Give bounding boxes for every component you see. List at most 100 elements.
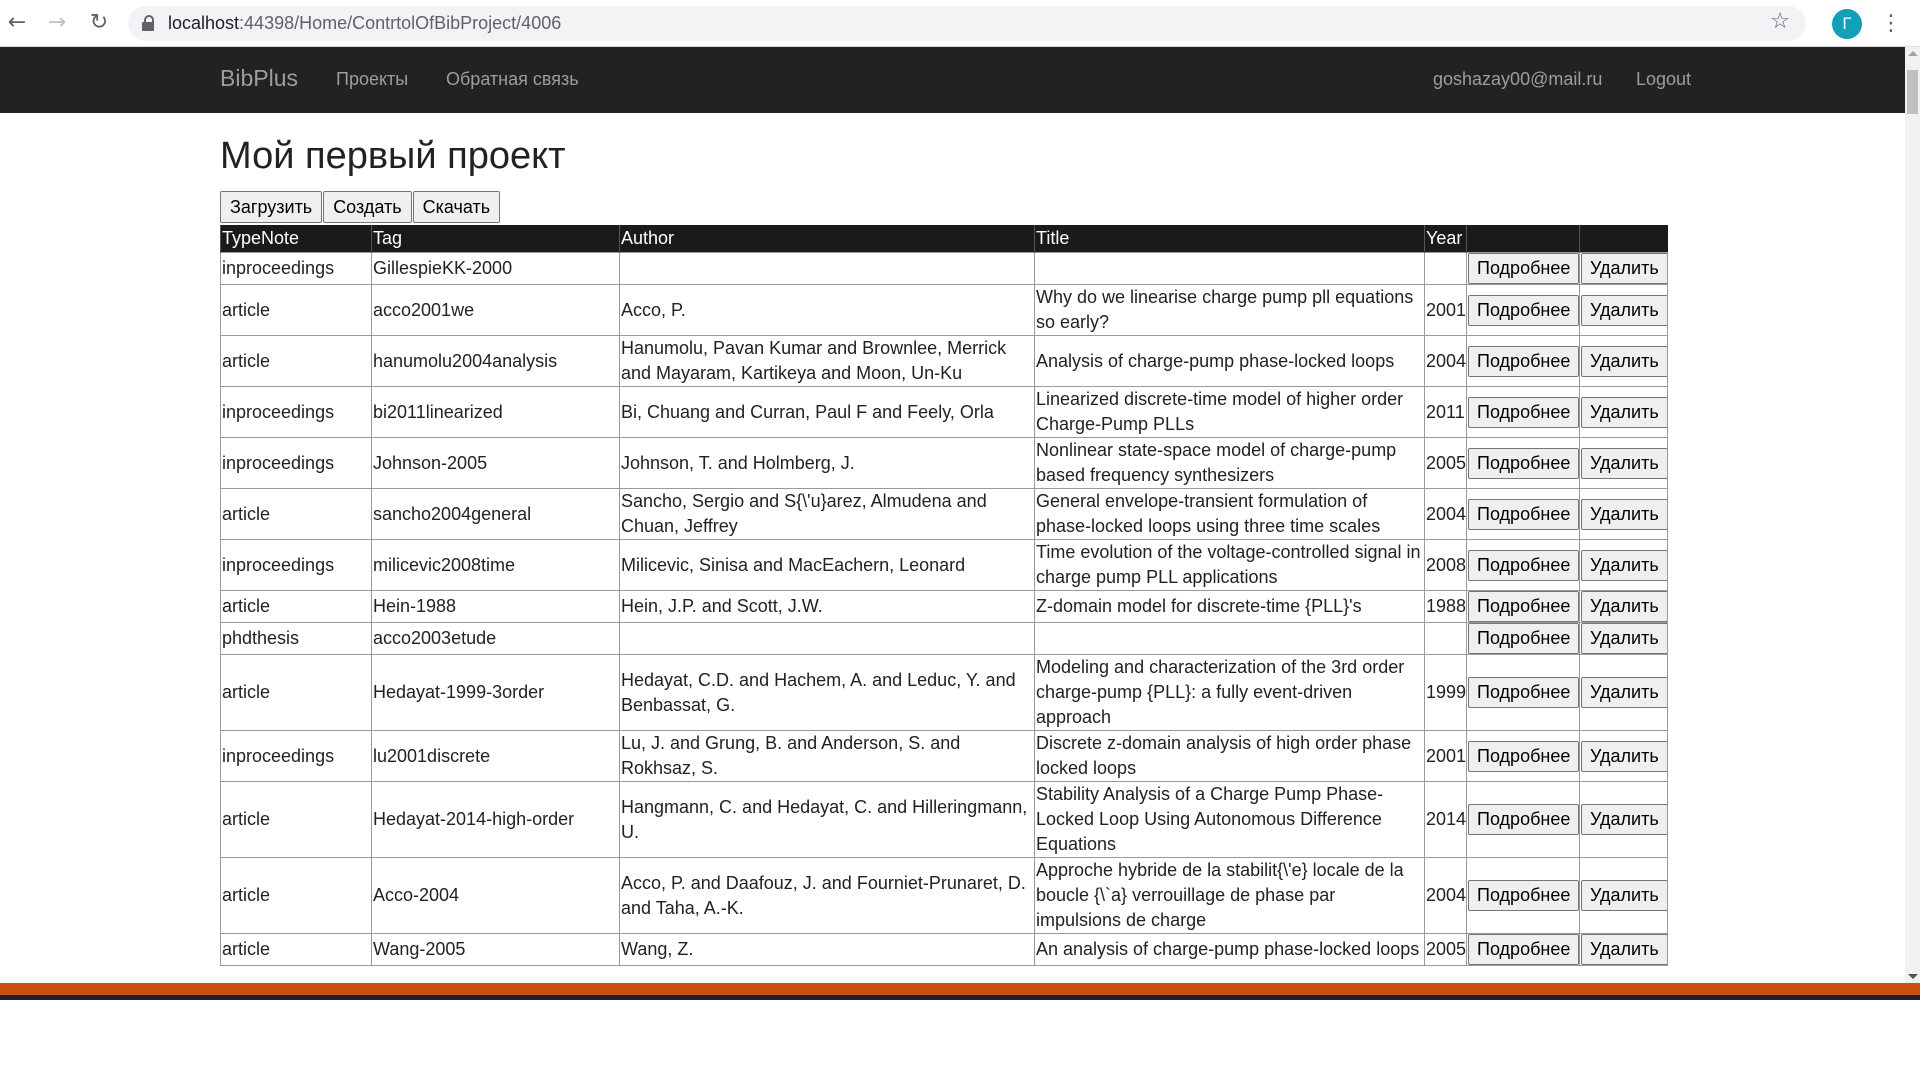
delete-button[interactable]: Удалить bbox=[1581, 623, 1667, 654]
nav-projects[interactable]: Проекты bbox=[336, 69, 408, 90]
cell-tag: lu2001discrete bbox=[371, 730, 620, 782]
details-button[interactable]: Подробнее bbox=[1468, 396, 1579, 428]
delete-button[interactable]: Удалить bbox=[1581, 549, 1667, 581]
details-button[interactable]: Подробнее bbox=[1468, 623, 1579, 654]
scroll-down-arrow-icon[interactable] bbox=[1908, 974, 1918, 979]
cell-author: Milicevic, Sinisa and MacEachern, Leonar… bbox=[619, 539, 1035, 591]
address-bar[interactable]: localhost:44398/Home/ContrtolOfBibProjec… bbox=[128, 6, 1806, 41]
cell-author: Johnson, T. and Holmberg, J. bbox=[619, 437, 1035, 489]
delete-button[interactable]: Удалить bbox=[1581, 396, 1667, 428]
cell-year: 1999 bbox=[1424, 654, 1467, 731]
details-button[interactable]: Подробнее bbox=[1468, 294, 1579, 326]
cell-delete: Удалить bbox=[1579, 622, 1668, 655]
cell-tag: Hedayat-2014-high-order bbox=[371, 781, 620, 858]
create-button[interactable]: Создать bbox=[323, 191, 412, 223]
cell-delete: Удалить bbox=[1579, 590, 1668, 623]
table-row: article Hedayat-2014-high-order Hangmann, … bbox=[220, 781, 1668, 858]
cell-year: 2008 bbox=[1424, 539, 1467, 591]
cell-year: 2004 bbox=[1424, 857, 1467, 934]
star-icon[interactable]: ☆ bbox=[1770, 9, 1790, 34]
details-button[interactable]: Подробнее bbox=[1468, 447, 1579, 479]
table-row: inproceedings GillespieKK-2000 Подробнее Уд… bbox=[220, 252, 1668, 285]
profile-avatar[interactable]: Г bbox=[1832, 9, 1862, 39]
cell-type: article bbox=[220, 654, 372, 731]
delete-button[interactable]: Удалить bbox=[1581, 498, 1667, 530]
bib-table: TypeNote Tag Author Title Year inproceed… bbox=[220, 225, 1668, 966]
delete-button[interactable]: Удалить bbox=[1581, 740, 1667, 772]
scroll-up-arrow-icon[interactable] bbox=[1908, 51, 1918, 56]
nav-feedback[interactable]: Обратная связь bbox=[446, 69, 579, 90]
reload-icon[interactable]: ↻ bbox=[86, 10, 112, 36]
cell-tag: Wang-2005 bbox=[371, 933, 620, 966]
cell-title: Discrete z-domain analysis of high order… bbox=[1034, 730, 1425, 782]
cell-tag: acco2001we bbox=[371, 284, 620, 336]
details-button[interactable]: Подробнее bbox=[1468, 549, 1579, 581]
cell-year: 2001 bbox=[1424, 730, 1467, 782]
header-author: Author bbox=[619, 225, 1035, 253]
url-text[interactable]: localhost:44398/Home/ContrtolOfBibProjec… bbox=[168, 13, 561, 34]
taskbar-strip bbox=[0, 983, 1920, 995]
forward-icon[interactable]: → bbox=[44, 10, 70, 36]
cell-tag: GillespieKK-2000 bbox=[371, 252, 620, 285]
details-button[interactable]: Подробнее bbox=[1468, 253, 1579, 284]
delete-button[interactable]: Удалить bbox=[1581, 253, 1667, 284]
delete-button[interactable]: Удалить bbox=[1581, 591, 1667, 622]
header-typenote: TypeNote bbox=[220, 225, 372, 253]
cell-details: Подробнее bbox=[1466, 488, 1580, 540]
details-button[interactable]: Подробнее bbox=[1468, 677, 1579, 708]
cell-author: Bi, Chuang and Curran, Paul F and Feely,… bbox=[619, 386, 1035, 438]
cell-delete: Удалить bbox=[1579, 857, 1668, 934]
cell-details: Подробнее bbox=[1466, 437, 1580, 489]
cell-year: 2004 bbox=[1424, 335, 1467, 387]
cell-tag: Hedayat-1999-3order bbox=[371, 654, 620, 731]
details-button[interactable]: Подробнее bbox=[1468, 498, 1579, 530]
browser-toolbar: ← → ↻ localhost:44398/Home/ContrtolOfBib… bbox=[0, 0, 1920, 47]
details-button[interactable]: Подробнее bbox=[1468, 880, 1579, 911]
cell-author: Sancho, Sergio and S{\'u}arez, Almudena … bbox=[619, 488, 1035, 540]
cell-author bbox=[619, 252, 1035, 285]
delete-button[interactable]: Удалить bbox=[1581, 345, 1667, 377]
delete-button[interactable]: Удалить bbox=[1581, 677, 1667, 708]
scrollbar-thumb[interactable] bbox=[1907, 70, 1918, 114]
lock-icon[interactable] bbox=[142, 15, 154, 31]
cell-details: Подробнее bbox=[1466, 386, 1580, 438]
cell-delete: Удалить bbox=[1579, 781, 1668, 858]
upload-button[interactable]: Загрузить bbox=[220, 191, 323, 223]
cell-details: Подробнее bbox=[1466, 539, 1580, 591]
table-row: article hanumolu2004analysis Hanumolu, Pav… bbox=[220, 335, 1668, 387]
details-button[interactable]: Подробнее bbox=[1468, 804, 1579, 835]
table-row: inproceedings milicevic2008time Milicevic,… bbox=[220, 539, 1668, 591]
cell-year: 2014 bbox=[1424, 781, 1467, 858]
delete-button[interactable]: Удалить bbox=[1581, 934, 1667, 965]
delete-button[interactable]: Удалить bbox=[1581, 880, 1667, 911]
cell-title: Nonlinear state-space model of charge-pu… bbox=[1034, 437, 1425, 489]
cell-delete: Удалить bbox=[1579, 730, 1668, 782]
vertical-scrollbar[interactable] bbox=[1905, 47, 1920, 983]
table-header-row: TypeNote Tag Author Title Year bbox=[220, 225, 1668, 253]
menu-icon[interactable]: ⋮ bbox=[1880, 9, 1902, 39]
cell-title: General envelope-transient formulation o… bbox=[1034, 488, 1425, 540]
cell-delete: Удалить bbox=[1579, 488, 1668, 540]
download-button[interactable]: Скачать bbox=[412, 191, 501, 223]
cell-details: Подробнее bbox=[1466, 730, 1580, 782]
cell-details: Подробнее bbox=[1466, 252, 1580, 285]
details-button[interactable]: Подробнее bbox=[1468, 740, 1579, 772]
blank-area bbox=[0, 1000, 1920, 1080]
header-tag: Tag bbox=[371, 225, 620, 253]
brand-link[interactable]: BibPlus bbox=[220, 65, 298, 92]
user-email-link[interactable]: goshazay00@mail.ru bbox=[1433, 69, 1602, 90]
delete-button[interactable]: Удалить bbox=[1581, 447, 1667, 479]
table-row: inproceedings bi2011linearized Bi, Chuang … bbox=[220, 386, 1668, 438]
details-button[interactable]: Подробнее bbox=[1468, 934, 1579, 965]
logout-link[interactable]: Logout bbox=[1636, 69, 1691, 90]
delete-button[interactable]: Удалить bbox=[1581, 804, 1667, 835]
details-button[interactable]: Подробнее bbox=[1468, 345, 1579, 377]
details-button[interactable]: Подробнее bbox=[1468, 591, 1579, 622]
cell-details: Подробнее bbox=[1466, 335, 1580, 387]
cell-type: inproceedings bbox=[220, 386, 372, 438]
delete-button[interactable]: Удалить bbox=[1581, 294, 1667, 326]
cell-type: article bbox=[220, 284, 372, 336]
cell-title: Why do we linearise charge pump pll equa… bbox=[1034, 284, 1425, 336]
back-icon[interactable]: ← bbox=[4, 10, 30, 36]
cell-year bbox=[1424, 622, 1467, 655]
